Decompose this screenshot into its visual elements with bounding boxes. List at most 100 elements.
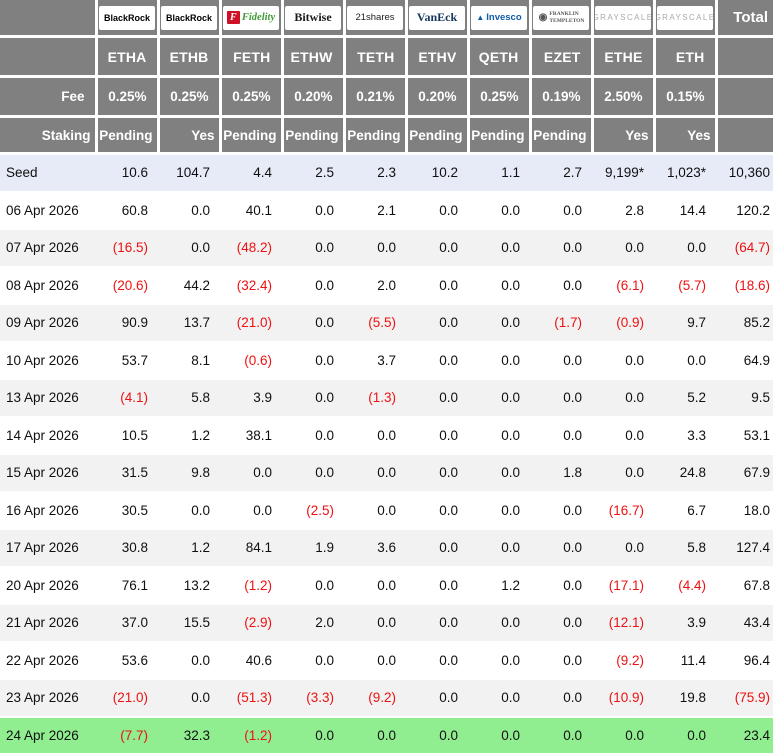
flow-cell: 0.0 <box>344 604 406 643</box>
fee-cell: 0.20% <box>406 76 470 118</box>
flow-cell: 0.0 <box>282 191 344 230</box>
staking-cell: Yes <box>158 116 222 155</box>
date-cell: 15 Apr 2026 <box>0 454 96 493</box>
flow-cell: 0.0 <box>530 679 592 718</box>
staking-cell: Pending <box>406 116 470 155</box>
flow-cell: 2.0 <box>344 266 406 305</box>
flow-cell: (1.2) <box>220 716 282 755</box>
flow-cell: 0.0 <box>406 454 468 493</box>
flow-cell: 0.0 <box>406 191 468 230</box>
issuer-header: GRAYSCALE <box>592 0 656 38</box>
flow-cell: 0.0 <box>592 529 654 568</box>
flow-cell: 0.0 <box>282 229 344 268</box>
fee-cell: 0.25% <box>468 76 532 118</box>
flow-cell: 0.0 <box>468 604 530 643</box>
flow-cell: 0.0 <box>344 229 406 268</box>
fee-cell: 0.20% <box>282 76 346 118</box>
flow-cell: 3.9 <box>220 379 282 418</box>
flow-cell: 0.0 <box>282 341 344 380</box>
total-spacer-cell <box>716 116 773 155</box>
flow-cell: 0.0 <box>592 341 654 380</box>
flow-cell: 13.2 <box>158 566 220 605</box>
flow-cell: 0.0 <box>406 679 468 718</box>
ticker-header: ETHV <box>406 36 470 78</box>
staking-cell: Pending <box>530 116 594 155</box>
shares21-logo: 21shares <box>347 5 403 30</box>
ticker-header: EZET <box>530 36 594 78</box>
total-cell: (64.7) <box>716 229 773 268</box>
flow-cell: (17.1) <box>592 566 654 605</box>
flow-cell: 0.0 <box>592 379 654 418</box>
flow-cell: 0.0 <box>468 341 530 380</box>
brand-label: BlackRock <box>103 12 151 23</box>
flow-cell: 0.0 <box>158 191 220 230</box>
ticker-header: ETHW <box>282 36 346 78</box>
total-header: Total <box>716 0 773 38</box>
issuer-header: Bitwise <box>282 0 346 38</box>
ticker-header: ETHE <box>592 36 656 78</box>
flow-cell: 0.0 <box>282 416 344 455</box>
total-cell: (18.6) <box>716 266 773 305</box>
total-cell: 67.8 <box>716 566 773 605</box>
etf-flow-table: BlackRock BlackRock F Fidelity Bitwise 21shar… <box>0 0 773 755</box>
flow-cell: 38.1 <box>220 416 282 455</box>
date-cell: 20 Apr 2026 <box>0 566 96 605</box>
flow-cell: (2.5) <box>282 491 344 530</box>
flow-cell: 0.0 <box>406 566 468 605</box>
flow-cell: 0.0 <box>282 379 344 418</box>
flow-cell: 0.0 <box>468 454 530 493</box>
flow-cell: 5.8 <box>158 379 220 418</box>
brand-label: 21shares <box>355 12 395 23</box>
issuer-header: ◉ FRANKLIN TEMPLETON <box>530 0 594 38</box>
flow-cell: (10.9) <box>592 679 654 718</box>
fee-cell: 2.50% <box>592 76 656 118</box>
staking-cell: Yes <box>592 116 656 155</box>
flow-cell: 0.0 <box>530 229 592 268</box>
flow-cell: 0.0 <box>158 641 220 680</box>
brand-label: Fidelity <box>241 12 276 23</box>
flow-cell: 0.0 <box>530 266 592 305</box>
flow-cell: 14.4 <box>654 191 716 230</box>
flow-cell: 0.0 <box>406 379 468 418</box>
ticker-header: TETH <box>344 36 408 78</box>
vaneck-logo: VanEck <box>409 5 465 30</box>
date-cell: 16 Apr 2026 <box>0 491 96 530</box>
flow-cell: 19.8 <box>654 679 716 718</box>
flow-cell: 5.8 <box>654 529 716 568</box>
flow-cell: (6.1) <box>592 266 654 305</box>
flow-cell: 0.0 <box>530 416 592 455</box>
flow-cell: (1.2) <box>220 566 282 605</box>
flow-cell: 3.6 <box>344 529 406 568</box>
flow-cell: 0.0 <box>406 716 468 755</box>
flow-cell: 0.0 <box>468 266 530 305</box>
total-cell: 9.5 <box>716 379 773 418</box>
date-cell: 17 Apr 2026 <box>0 529 96 568</box>
flow-cell: 0.0 <box>282 266 344 305</box>
ticker-header: ETHB <box>158 36 222 78</box>
flow-cell: 0.0 <box>344 566 406 605</box>
flow-cell: 2.8 <box>592 191 654 230</box>
flow-cell: 10.5 <box>96 416 158 455</box>
total-cell: 18.0 <box>716 491 773 530</box>
flow-cell: 76.1 <box>96 566 158 605</box>
table-row: 20 Apr 2026 76.1 13.2 (1.2) 0.0 0.0 0.0 1.2 0.0(… <box>0 566 773 605</box>
flow-cell: 1.1 <box>468 153 530 193</box>
bitwise-logo: Bitwise <box>285 5 341 30</box>
flow-cell: 3.9 <box>654 604 716 643</box>
flow-cell: (7.7) <box>96 716 158 755</box>
table-row: 23 Apr 2026 (21.0) 0.0 (51.3) (3.3) (9.2) 0.0 0… <box>0 679 773 718</box>
total-cell: 64.9 <box>716 341 773 380</box>
total-cell: 43.4 <box>716 604 773 643</box>
flow-cell: 0.0 <box>344 416 406 455</box>
flow-cell: 0.0 <box>344 491 406 530</box>
flow-cell: 0.0 <box>592 229 654 268</box>
flow-cell: 84.1 <box>220 529 282 568</box>
brand-label: BlackRock <box>165 12 213 23</box>
flow-cell: 2.5 <box>282 153 344 193</box>
staking-row: Staking Pending Yes Pending Pending Pending Pe… <box>0 116 773 155</box>
issuer-header: VanEck <box>406 0 470 38</box>
staking-cell: Pending <box>344 116 408 155</box>
grayscale-logo: GRAYSCALE <box>595 5 651 30</box>
date-cell: 07 Apr 2026 <box>0 229 96 268</box>
ticker-header: FETH <box>220 36 284 78</box>
